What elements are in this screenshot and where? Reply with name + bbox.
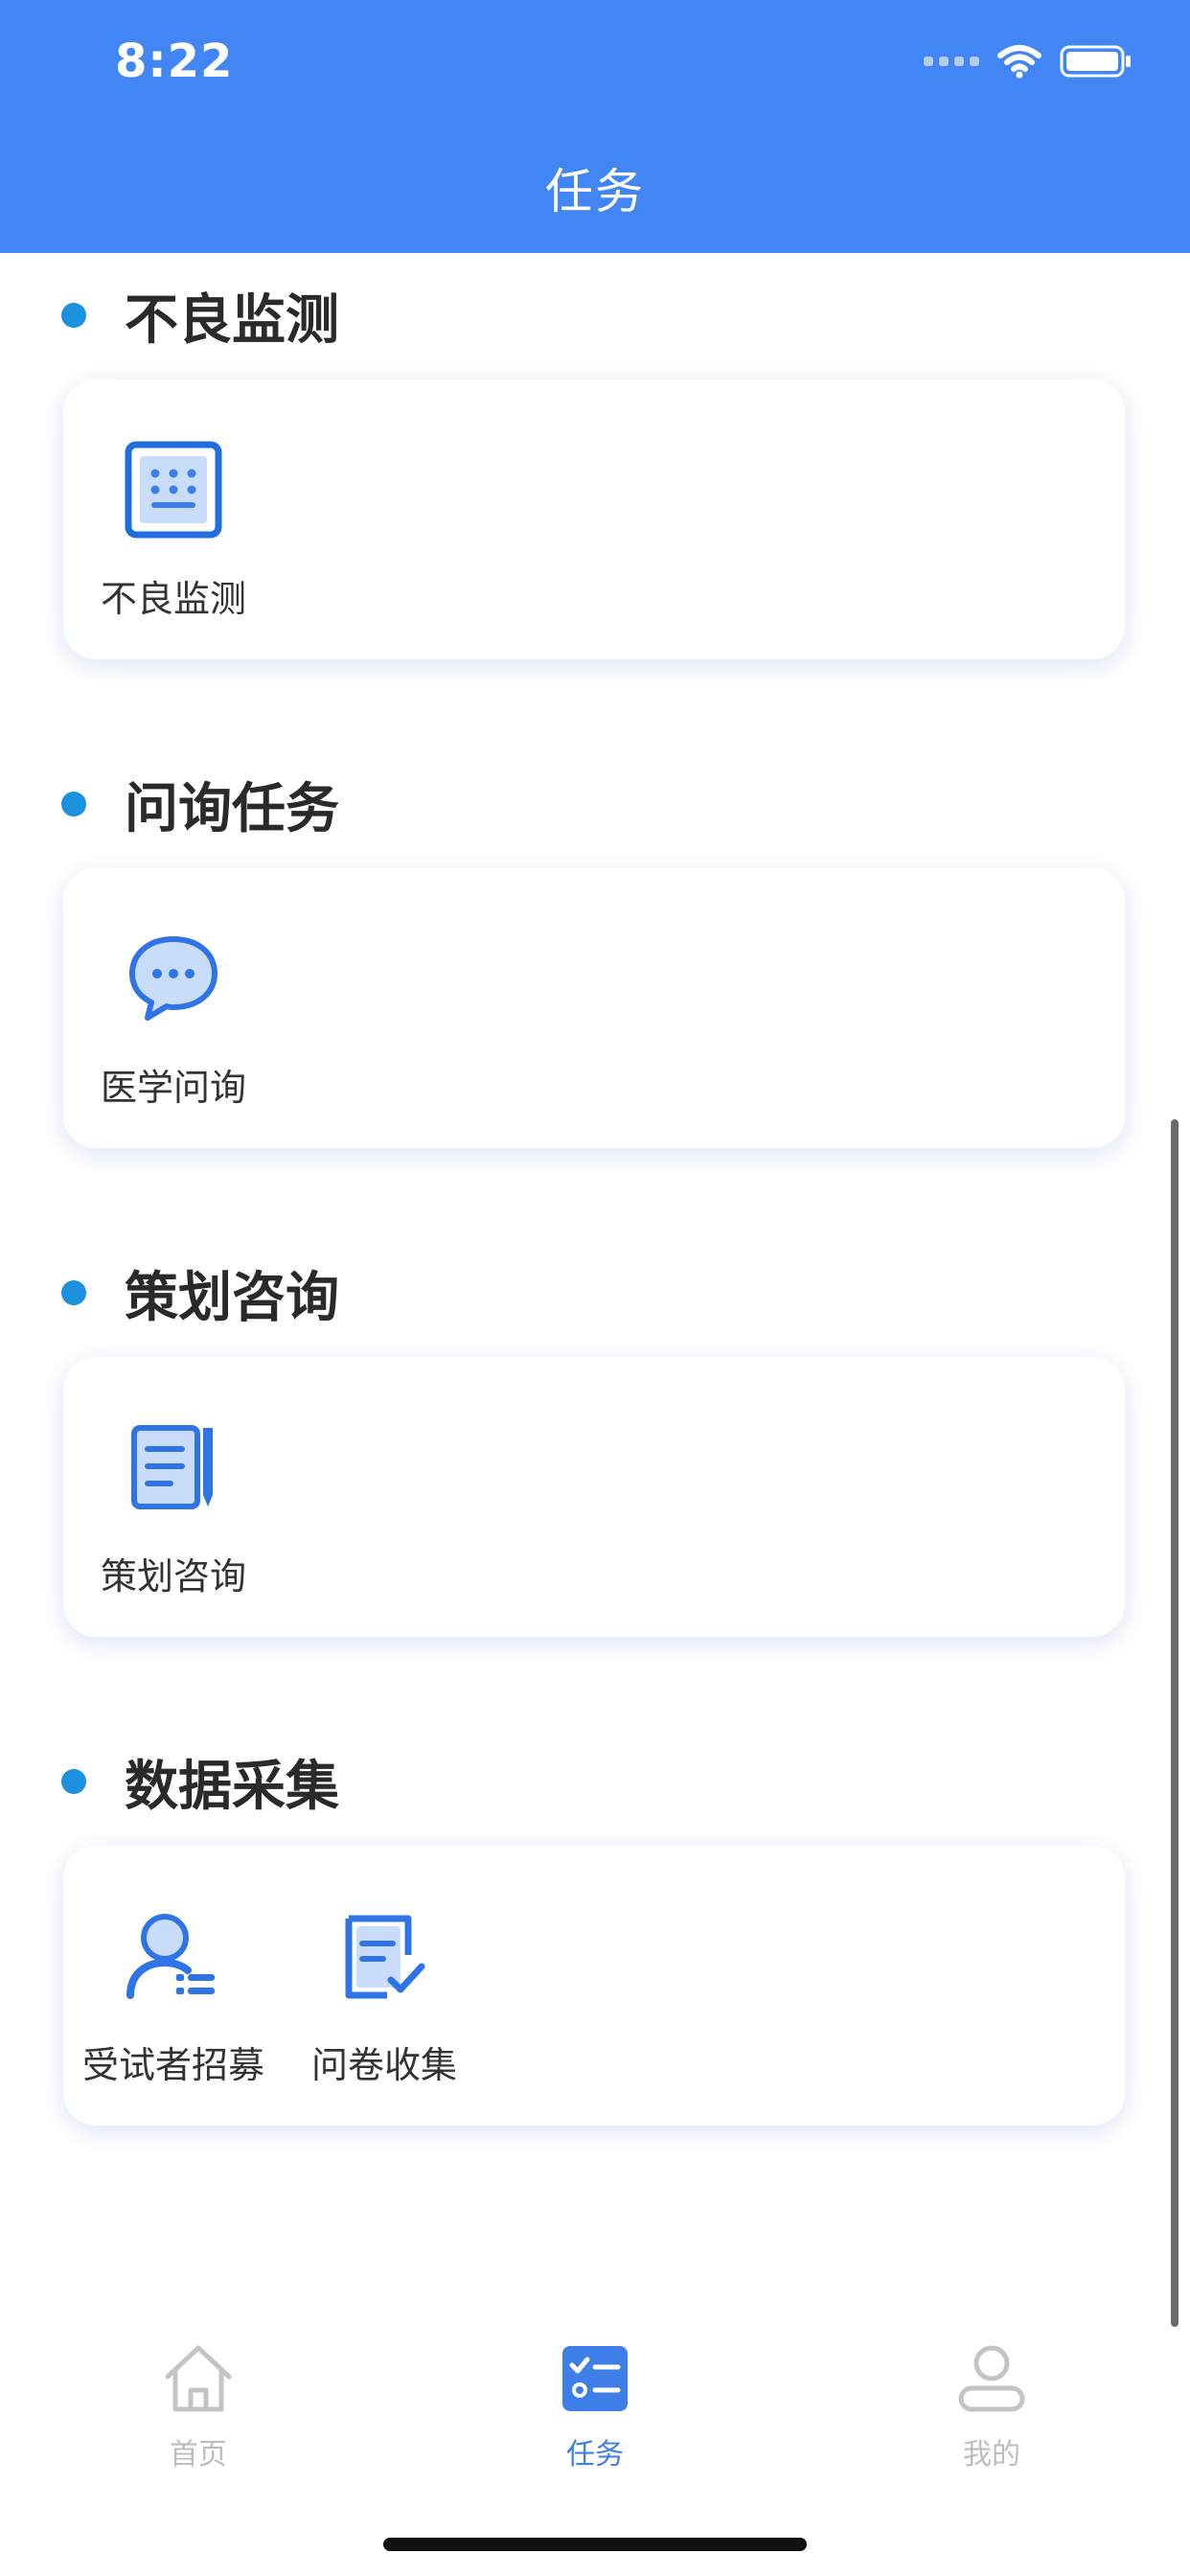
tile-label: 策划咨询 [100,1555,246,1598]
notebook-pen-icon [131,1425,213,1509]
section-card: 策划咨询 [63,1357,1125,1637]
status-time: 8:22 [115,34,234,88]
bottom-tab-bar: 首页 任务 我的 [0,2329,1190,2501]
person-list-icon [126,1914,215,1999]
tab-label: 我的 [963,2438,1020,2472]
section-header: 策划咨询 [61,1250,339,1336]
tab-tasks[interactable]: 任务 [499,2340,691,2472]
section-card: 医学问询 [63,868,1125,1148]
scrollbar[interactable] [1171,1119,1179,2327]
tab-label: 任务 [566,2438,624,2472]
header-bar: 8:22 任务 [0,0,1190,253]
section-card: 受试者招募 问卷收集 [63,1846,1125,2126]
monitor-keypad-icon [125,441,222,539]
section-dot [61,792,86,816]
tile-label: 不良监测 [100,578,246,620]
section-title: 策划咨询 [125,1266,339,1329]
section-title: 数据采集 [125,1755,339,1818]
tab-home[interactable]: 首页 [103,2340,294,2472]
wifi-icon [997,45,1041,79]
home-icon [165,2345,232,2412]
task-content[interactable]: 不良监测 不良监测 问询任务 医学问询 策划咨询 策划咨询 数据采集 受试者招募… [0,253,1190,2266]
section-card: 不良监测 [63,380,1125,659]
tile-label: 医学问询 [100,1067,246,1109]
tab-label: 首页 [170,2438,227,2472]
battery-icon [1060,45,1131,78]
section-title: 不良监测 [125,288,339,352]
section-dot [61,1280,86,1305]
tile-adverse-monitoring[interactable]: 不良监测 [82,437,264,622]
tab-mine[interactable]: 我的 [896,2340,1087,2472]
signal-icon [924,57,979,66]
tile-planning-consult[interactable]: 策划咨询 [82,1414,264,1599]
section-header: 问询任务 [61,761,339,847]
tile-label: 问卷收集 [310,2044,457,2086]
user-icon [958,2345,1025,2412]
section-header: 数据采集 [61,1738,339,1825]
page-title: 任务 [545,164,645,219]
home-indicator[interactable] [383,2538,807,2551]
tile-subject-recruitment[interactable]: 受试者招募 [73,1903,274,2088]
task-list-icon [562,2346,628,2411]
section-title: 问询任务 [125,777,339,840]
tile-medical-inquiry[interactable]: 医学问询 [82,926,264,1111]
section-dot [61,1769,86,1794]
section-dot [61,303,86,328]
document-check-icon [345,1915,425,1999]
status-icons [924,42,1133,80]
tile-label: 受试者招募 [81,2044,264,2086]
tile-questionnaire-collection[interactable]: 问卷收集 [293,1903,475,2088]
section-header: 不良监测 [61,272,339,358]
chat-bubble-icon [129,936,217,1021]
